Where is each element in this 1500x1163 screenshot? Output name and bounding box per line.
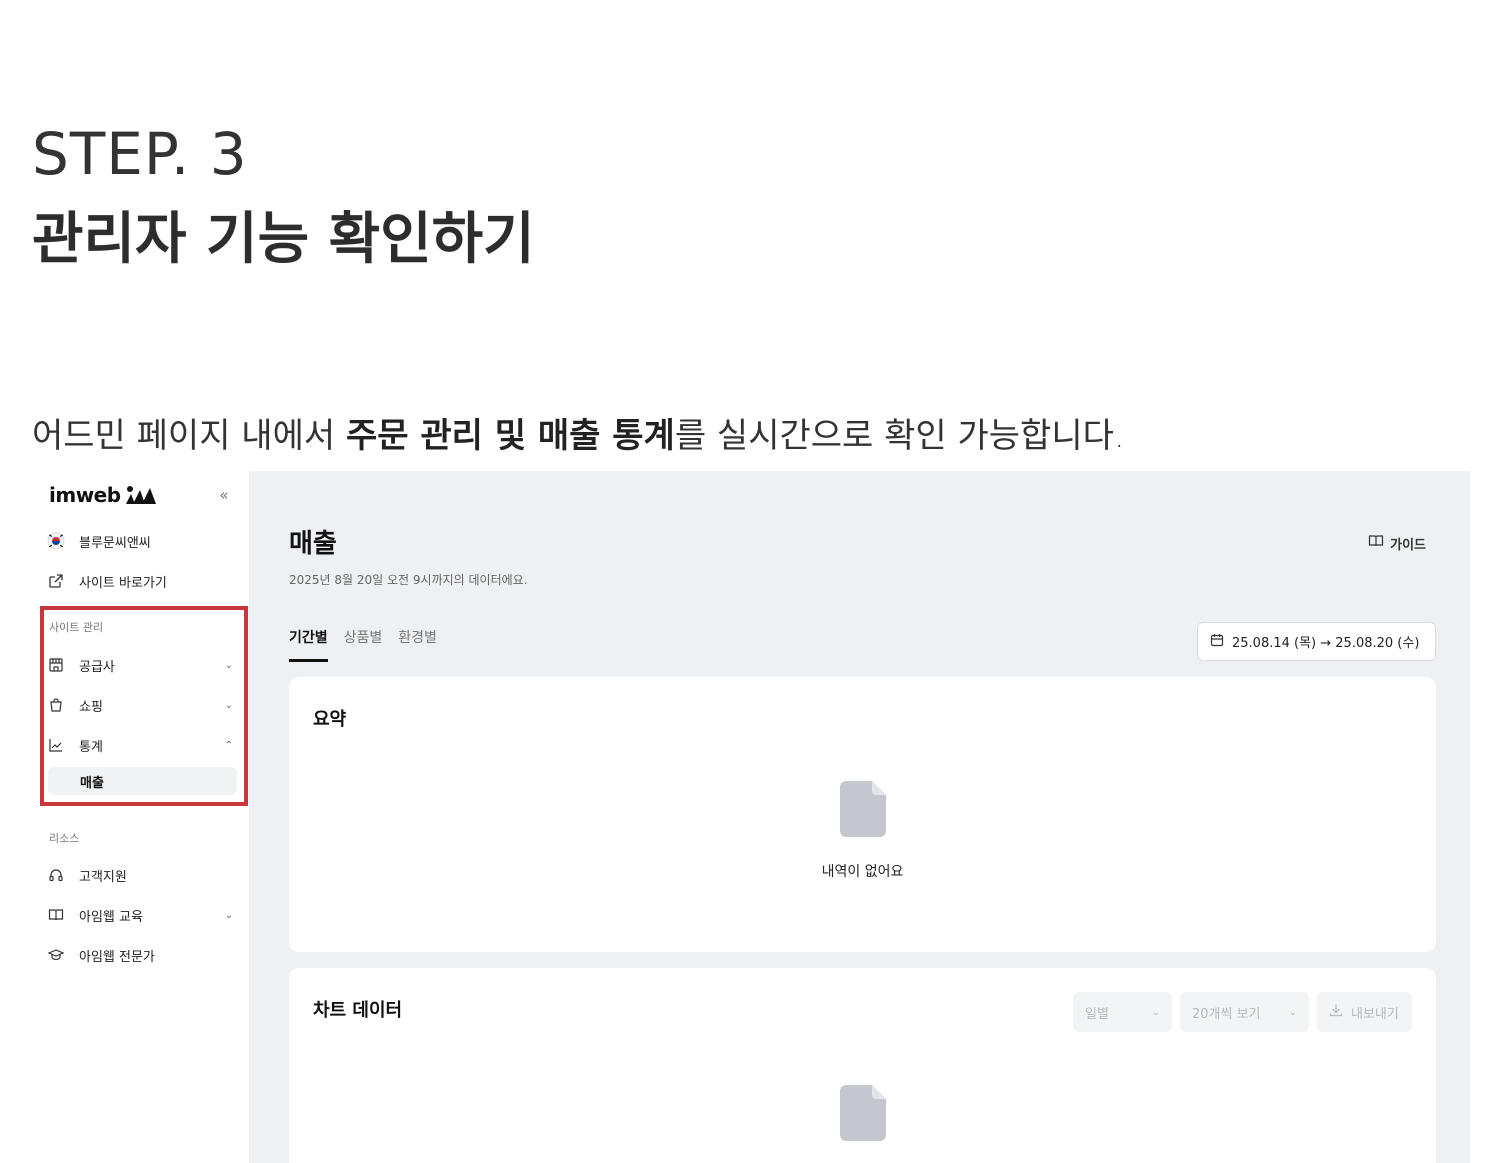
- site-name: 블루문씨앤씨: [79, 535, 151, 551]
- chart-empty-state: [289, 1085, 1436, 1141]
- page-subtitle: 2025년 8월 20일 오전 9시까지의 데이터에요.: [289, 573, 528, 587]
- section-resources-label: 리소스: [49, 832, 80, 845]
- page-size-value: 20개씩 보기: [1192, 1006, 1261, 1022]
- empty-file-icon: [839, 781, 886, 837]
- empty-file-icon: [839, 1085, 886, 1141]
- chevron-down-icon: ⌄: [224, 909, 234, 921]
- empty-text: 내역이 없어요: [821, 864, 904, 880]
- goto-site-link[interactable]: 사이트 바로가기: [46, 567, 236, 595]
- headset-icon: [46, 865, 66, 885]
- sidebar-item-supplier[interactable]: 공급사 ⌄: [46, 651, 236, 679]
- description: 어드민 페이지 내에서 주문 관리 및 매출 통계를 실시간으로 확인 가능합니…: [32, 408, 1125, 457]
- sidebar-item-label: 고객지원: [79, 869, 127, 885]
- imweb-mark-icon: [125, 486, 156, 504]
- site-selector[interactable]: 블루문씨앤씨: [46, 527, 236, 555]
- chart-icon: [46, 735, 66, 755]
- store-icon: [46, 655, 66, 675]
- tab-period[interactable]: 기간별: [289, 627, 328, 662]
- step-label: STEP. 3: [32, 120, 248, 188]
- guide-label: 가이드: [1390, 537, 1426, 553]
- hero: STEP. 3 관리자 기능 확인하기: [32, 122, 535, 272]
- logo-text: imweb: [49, 483, 121, 507]
- hero-title: 관리자 기능 확인하기: [32, 207, 535, 272]
- description-bold: 주문 관리 및 매출 통계: [345, 416, 675, 456]
- chevron-down-icon: ⌄: [1288, 1006, 1297, 1018]
- period-select[interactable]: 일별 ⌄: [1073, 992, 1172, 1032]
- sidebar: imweb « 블루문씨앤씨 사이트 바로가기 사이트 관리 공급사 ⌄ 쇼핑 …: [32, 471, 249, 1163]
- graduation-cap-icon: [46, 945, 66, 965]
- imweb-logo[interactable]: imweb: [49, 483, 161, 507]
- page-title: 매출: [289, 529, 337, 559]
- sidebar-item-experts[interactable]: 아임웹 전문가: [46, 941, 236, 969]
- sidebar-item-label: 쇼핑: [79, 699, 103, 715]
- description-before: 어드민 페이지 내에서: [32, 416, 346, 456]
- chevron-up-icon: ⌃: [224, 739, 234, 751]
- sidebar-item-label: 아임웹 교육: [79, 909, 143, 925]
- logo-row: imweb «: [49, 481, 234, 509]
- period-select-value: 일별: [1085, 1006, 1109, 1022]
- goto-site-label: 사이트 바로가기: [79, 575, 167, 591]
- shopping-bag-icon: [46, 695, 66, 715]
- chevron-down-icon: ⌄: [1151, 1006, 1160, 1018]
- calendar-icon: [1210, 633, 1224, 651]
- tab-bar: 기간별 상품별 환경별: [289, 627, 437, 662]
- empty-state: 내역이 없어요: [289, 781, 1436, 881]
- collapse-sidebar-button[interactable]: «: [214, 486, 234, 504]
- tab-product[interactable]: 상품별: [344, 627, 383, 662]
- chart-controls: 일별 ⌄ 20개씩 보기 ⌄ 내보내기: [1073, 992, 1412, 1032]
- sidebar-item-shopping[interactable]: 쇼핑 ⌄: [46, 691, 236, 719]
- summary-title: 요약: [313, 709, 347, 730]
- admin-screenshot: imweb « 블루문씨앤씨 사이트 바로가기 사이트 관리 공급사 ⌄ 쇼핑 …: [32, 471, 1470, 1163]
- section-site-label: 사이트 관리: [49, 621, 104, 634]
- date-range-text: 25.08.14 (목) → 25.08.20 (수): [1232, 636, 1420, 651]
- guide-button[interactable]: 가이드: [1368, 533, 1426, 553]
- external-link-icon: [46, 571, 66, 591]
- sidebar-item-statistics[interactable]: 통계 ⌃: [46, 731, 236, 759]
- sidebar-item-label: 공급사: [79, 659, 115, 675]
- chevron-down-icon: ⌄: [224, 659, 234, 671]
- sidebar-item-education[interactable]: 아임웹 교육 ⌄: [46, 901, 236, 929]
- date-range-picker[interactable]: 25.08.14 (목) → 25.08.20 (수): [1197, 622, 1436, 661]
- export-button[interactable]: 내보내기: [1317, 992, 1412, 1032]
- sidebar-subitem-sales[interactable]: 매출: [48, 767, 237, 795]
- book-icon: [1368, 533, 1384, 553]
- sidebar-item-label: 아임웹 전문가: [79, 949, 155, 965]
- sidebar-item-label: 통계: [79, 739, 103, 755]
- description-after: 를 실시간으로 확인 가능합니다.: [674, 416, 1125, 456]
- sidebar-item-support[interactable]: 고객지원: [46, 861, 236, 889]
- summary-card: 요약 내역이 없어요: [289, 677, 1436, 952]
- chart-data-card: 차트 데이터 일별 ⌄ 20개씩 보기 ⌄ 내보내기: [289, 968, 1436, 1163]
- chart-data-title: 차트 데이터: [313, 1000, 403, 1021]
- download-icon: [1329, 1003, 1343, 1021]
- main-content: 매출 2025년 8월 20일 오전 9시까지의 데이터에요. 가이드 기간별 …: [249, 471, 1470, 1163]
- chevron-down-icon: ⌄: [224, 699, 234, 711]
- export-label: 내보내기: [1351, 1006, 1399, 1022]
- page-size-select[interactable]: 20개씩 보기 ⌄: [1180, 992, 1309, 1032]
- korea-flag-icon: [46, 531, 66, 551]
- book-icon: [46, 905, 66, 925]
- tab-environment[interactable]: 환경별: [398, 627, 437, 662]
